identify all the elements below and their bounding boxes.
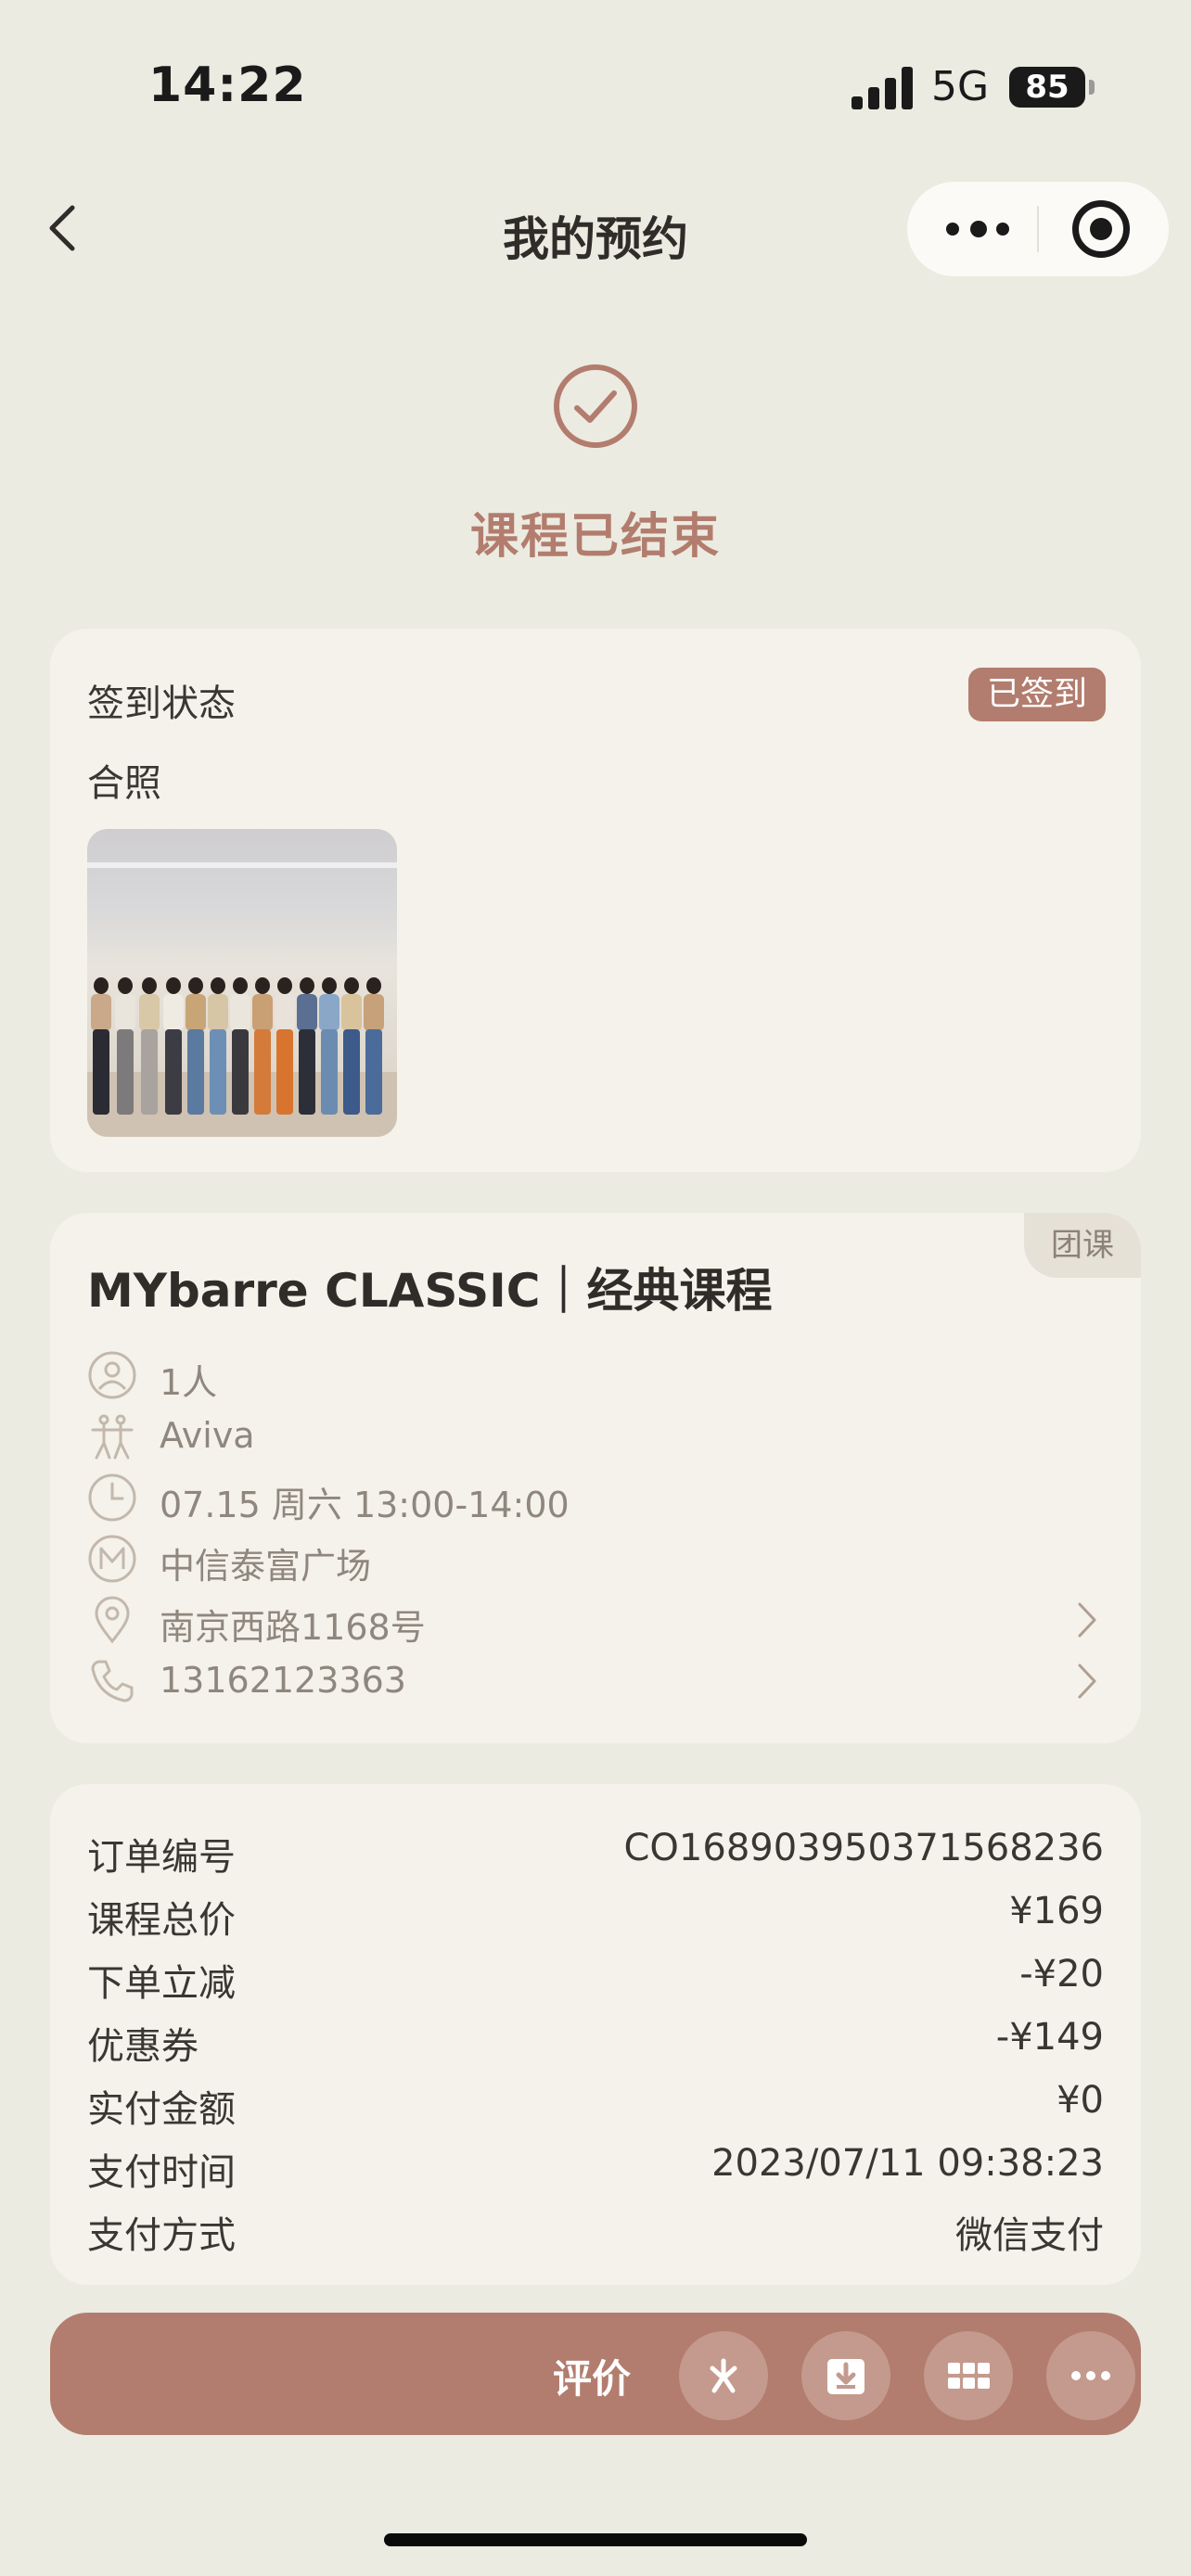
share-moments-button[interactable]	[679, 2331, 768, 2420]
more-options-button[interactable]	[1046, 2331, 1135, 2420]
check-circle-icon	[551, 362, 640, 451]
chevron-right-icon	[1078, 1664, 1096, 1699]
order-row-paid: 实付金额 ¥0	[87, 2072, 1104, 2135]
signal-icon	[852, 67, 913, 109]
paid-amount-value: ¥0	[1057, 2079, 1104, 2122]
order-row-total: 课程总价 ¥169	[87, 1882, 1104, 1945]
bottom-action-bar: 评价	[50, 2313, 1141, 2435]
order-number-label: 订单编号	[87, 1836, 236, 1879]
status-time: 14:22	[148, 57, 307, 113]
coupon-value: -¥149	[995, 2016, 1104, 2059]
studio-name: 中信泰富广场	[160, 1546, 372, 1587]
paid-amount-label: 实付金额	[87, 2088, 236, 2131]
info-row-phone[interactable]: 13162123363	[87, 1651, 1108, 1712]
order-row-pay-time: 支付时间 2023/07/11 09:38:23	[87, 2135, 1104, 2198]
pay-time-value: 2023/07/11 09:38:23	[711, 2142, 1104, 2185]
pay-method-value: 微信支付	[955, 2214, 1104, 2257]
studio-logo-icon	[88, 1535, 136, 1583]
group-photo-label: 合照	[87, 762, 161, 805]
person-icon	[88, 1351, 136, 1399]
checkin-status-label: 签到状态	[87, 682, 236, 725]
capsule-divider	[1037, 206, 1039, 252]
coach-name: Aviva	[160, 1415, 255, 1456]
close-target-icon[interactable]	[1072, 200, 1130, 258]
order-row-coupon: 优惠券 -¥149	[87, 2009, 1104, 2072]
battery-tip	[1089, 80, 1095, 95]
aperture-icon	[710, 2358, 737, 2393]
order-number-value: CO168903950371568236	[623, 1827, 1105, 1869]
people-count: 1人	[160, 1362, 218, 1403]
miniprogram-capsule	[907, 182, 1169, 276]
phone-icon	[91, 1660, 134, 1702]
grid-menu-button[interactable]	[924, 2331, 1013, 2420]
total-price-value: ¥169	[1009, 1890, 1104, 1932]
download-button[interactable]	[801, 2331, 890, 2420]
class-time: 07.15 周六 13:00-14:00	[160, 1485, 570, 1525]
grid-icon	[948, 2363, 990, 2389]
dancer-icon	[91, 1414, 134, 1460]
chevron-right-icon	[1078, 1602, 1096, 1638]
order-card: 订单编号 CO168903950371568236 课程总价 ¥169 下单立减…	[50, 1784, 1141, 2285]
order-row-discount: 下单立减 -¥20	[87, 1945, 1104, 2009]
info-row-people: 1人	[87, 1345, 1108, 1406]
checkin-card: 签到状态 已签到 合照	[50, 629, 1141, 1172]
coupon-label: 优惠券	[87, 2025, 198, 2068]
info-row-address[interactable]: 南京西路1168号	[87, 1589, 1108, 1651]
info-row-studio: 中信泰富广场	[87, 1528, 1108, 1589]
order-row-number: 订单编号 CO168903950371568236	[87, 1819, 1104, 1882]
info-row-time: 07.15 周六 13:00-14:00	[87, 1467, 1108, 1528]
pay-method-label: 支付方式	[87, 2214, 236, 2257]
more-icon[interactable]	[946, 210, 1011, 249]
pay-time-label: 支付时间	[87, 2151, 236, 2194]
group-photo[interactable]	[87, 829, 397, 1137]
course-title: MYbarre CLASSIC｜经典课程	[87, 1264, 773, 1318]
address-text: 南京西路1168号	[160, 1607, 426, 1648]
course-status: 课程已结束	[469, 509, 721, 565]
course-card: 团课 MYbarre CLASSIC｜经典课程 1人 Aviva 07.15 周…	[50, 1213, 1141, 1743]
home-indicator[interactable]	[384, 2533, 807, 2546]
review-button[interactable]: 评价	[553, 2348, 631, 2404]
course-type-tag: 团课	[1024, 1213, 1141, 1278]
total-price-label: 课程总价	[87, 1899, 236, 1942]
order-row-pay-method: 支付方式 微信支付	[87, 2198, 1104, 2261]
status-badge: 已签到	[967, 668, 1106, 721]
phone-number: 13162123363	[160, 1660, 406, 1701]
network-label: 5G	[931, 63, 990, 110]
more-horizontal-icon	[1071, 2371, 1110, 2380]
discount-value: -¥20	[1019, 1953, 1104, 1996]
discount-label: 下单立减	[87, 1962, 236, 2005]
clock-icon	[88, 1473, 136, 1522]
battery-icon: 85	[1009, 67, 1085, 108]
download-icon	[827, 2359, 864, 2394]
location-pin-icon	[95, 1596, 130, 1644]
info-row-coach: Aviva	[87, 1406, 1108, 1467]
